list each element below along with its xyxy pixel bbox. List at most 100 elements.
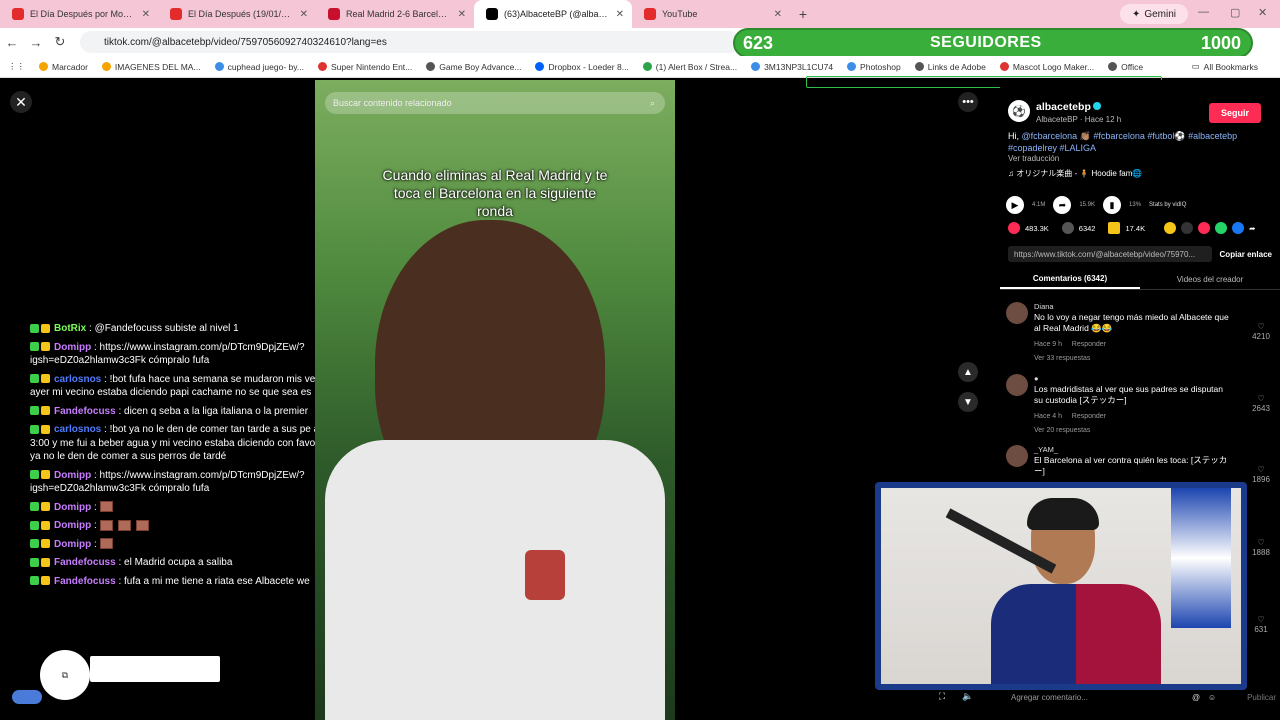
bookmark-item[interactable]: Mascot Logo Maker... [999, 62, 1094, 72]
like-icon[interactable] [1008, 222, 1020, 234]
chevron-up-icon[interactable]: ▲ [958, 362, 978, 382]
avatar[interactable] [1006, 374, 1028, 396]
tab-close-icon[interactable]: ✕ [616, 9, 624, 20]
bookmark-item[interactable]: Photoshop [847, 62, 901, 72]
chat-username[interactable]: Domipp [54, 470, 91, 481]
chat-username[interactable]: Domipp [54, 502, 91, 513]
back-icon[interactable]: ← [0, 35, 24, 50]
send-icon[interactable] [1198, 222, 1211, 234]
bookmark-item[interactable]: (1) Alert Box / Strea... [642, 62, 737, 72]
avatar[interactable]: ⚽ [1008, 100, 1030, 122]
more-options-icon[interactable]: ••• [958, 92, 978, 112]
reply-button[interactable]: Responder [1072, 341, 1106, 348]
emoji-icon[interactable]: ☺ [1208, 693, 1216, 702]
music-link[interactable]: ♫ オリジナル楽曲 - 🧍 Hoodie fam🌐 [1008, 168, 1142, 179]
avatar[interactable] [1006, 445, 1028, 467]
tab-close-icon[interactable]: ✕ [774, 9, 782, 20]
bookmark-item[interactable]: 3M13NP3L1CU74 [751, 62, 833, 72]
floating-widget-button[interactable]: ⧉ [40, 650, 90, 700]
comment-icon[interactable] [1061, 222, 1074, 234]
heart-icon: ♡ [1257, 615, 1265, 624]
bookmark-item[interactable]: Marcador [39, 62, 88, 72]
bookmark-item[interactable]: Links de Adobe [914, 62, 986, 72]
add-comment-input[interactable]: Agregar comentario... [1011, 693, 1088, 702]
bookmark-item[interactable]: IMAGENES DEL MA... [101, 62, 201, 72]
chat-username[interactable]: Fandefocuss [54, 576, 116, 587]
avatar[interactable] [1006, 302, 1028, 324]
chat-username[interactable]: BotRix [54, 323, 86, 334]
comment-like[interactable]: ♡ 2643 [1248, 394, 1274, 415]
bookmark-item[interactable]: Super Nintendo Ent... [317, 62, 412, 72]
tab-close-icon[interactable]: ✕ [458, 9, 466, 20]
chat-username[interactable]: Domipp [54, 342, 91, 353]
mention-icon[interactable]: @ [1192, 693, 1200, 702]
close-icon[interactable]: ✕ [10, 91, 32, 113]
chat-username[interactable]: Domipp [54, 539, 91, 550]
comment-time: Hace 4 h Responder [1034, 413, 1107, 420]
chat-username[interactable]: carlosnos [54, 424, 101, 435]
minimize-icon[interactable]: — [1198, 6, 1209, 18]
apps-icon[interactable]: ⋮⋮ [8, 61, 25, 72]
bookmark-item[interactable]: Office [1108, 62, 1143, 72]
follow-button[interactable]: Seguir [1209, 103, 1261, 123]
chat-message: carlosnos : !bot fufa hace una semana se… [30, 373, 330, 400]
video-player[interactable]: Buscar contenido relacionado ⌕ Cuando el… [315, 80, 675, 720]
fullscreen-icon[interactable]: ⛶ [934, 688, 950, 704]
chat-message: Fandefocuss : dicen q seba a la liga ita… [30, 405, 330, 419]
heart-icon: ♡ [1257, 322, 1265, 331]
engagement-row: 483.3K 6342 17.4K ➦ [1008, 222, 1255, 234]
bookmark-icon[interactable] [1108, 222, 1121, 234]
chat-username[interactable]: Fandefocuss [54, 557, 116, 568]
search-icon: ⌕ [649, 97, 655, 108]
view-replies-button[interactable]: Ver 33 respuestas [1034, 354, 1090, 363]
all-bookmarks[interactable]: ▭ All Bookmarks [1192, 61, 1258, 72]
tab-close-icon[interactable]: ✕ [300, 9, 308, 20]
forward-icon[interactable]: → [24, 35, 48, 50]
folder-icon: ▭ [1191, 61, 1200, 71]
tab-0[interactable]: El Día Después por Movistar Pl✕ [0, 0, 158, 28]
extension-toggle-icon[interactable] [12, 690, 42, 704]
tab-creator-videos[interactable]: Videos del creador [1140, 270, 1280, 289]
tab-comments[interactable]: Comentarios (6342) [1000, 270, 1140, 289]
url-field[interactable]: tiktok.com/@albacetebp/video/75970560927… [80, 31, 740, 53]
comment-like[interactable]: ♡ 1896 [1248, 465, 1274, 486]
video-caption: Cuando eliminas al Real Madrid y te toca… [382, 167, 608, 220]
comment-author[interactable]: ● [1034, 374, 1039, 384]
reload-icon[interactable]: ↻ [48, 34, 72, 50]
facebook-icon[interactable] [1232, 222, 1245, 234]
verified-icon [1092, 102, 1101, 110]
translate-link[interactable]: Ver traducción [1008, 154, 1059, 163]
tab-close-icon[interactable]: ✕ [142, 9, 150, 20]
gemini-button[interactable]: ✦ Gemini [1120, 4, 1188, 24]
reply-button[interactable]: Responder [1072, 413, 1106, 420]
copy-link-button[interactable]: Copiar enlace [1212, 250, 1272, 259]
share-link-field[interactable]: https://www.tiktok.com/@albacetebp/video… [1008, 246, 1212, 262]
window-close-icon[interactable]: ✕ [1258, 6, 1267, 19]
new-tab-icon[interactable]: + [790, 6, 816, 22]
maximize-icon[interactable]: ▢ [1230, 6, 1240, 19]
whatsapp-icon[interactable] [1215, 222, 1228, 234]
tab-1[interactable]: El Día Después (19/01/2026): C✕ [158, 0, 316, 28]
tab-3[interactable]: (63)AlbaceteBP (@albacete ✕ [474, 0, 632, 28]
view-replies-button[interactable]: Ver 20 respuestas [1034, 426, 1090, 435]
chat-username[interactable]: carlosnos [54, 374, 101, 385]
volume-icon[interactable]: 🔈 [960, 688, 976, 704]
coin-icon[interactable] [1164, 222, 1177, 234]
chevron-down-icon[interactable]: ▼ [958, 392, 978, 412]
publish-button[interactable]: Publicar [1247, 693, 1276, 702]
bookmark-item[interactable]: cuphead juego- by... [214, 62, 304, 72]
creator-username[interactable]: albacetebp [1036, 101, 1101, 113]
chat-username[interactable]: Fandefocuss [54, 406, 116, 417]
comment-author[interactable]: _YAM_ [1034, 445, 1058, 455]
forward-share-icon[interactable]: ➦ [1249, 224, 1255, 233]
embed-icon[interactable] [1181, 222, 1194, 234]
tab-2[interactable]: Real Madrid 2-6 Barcelona (2 d✕ [316, 0, 474, 28]
heart-icon: ♡ [1257, 538, 1265, 547]
comment-author[interactable]: Diana [1034, 302, 1054, 312]
tab-4[interactable]: YouTube ✕ [632, 0, 790, 28]
bookmark-item[interactable]: Dropbox - Loeder 8... [535, 62, 629, 72]
comment-like[interactable]: ♡ 4210 [1248, 322, 1274, 343]
related-search-input[interactable]: Buscar contenido relacionado ⌕ [325, 92, 665, 114]
bookmark-item[interactable]: Game Boy Advance... [426, 62, 521, 72]
chat-username[interactable]: Domipp [54, 520, 91, 531]
